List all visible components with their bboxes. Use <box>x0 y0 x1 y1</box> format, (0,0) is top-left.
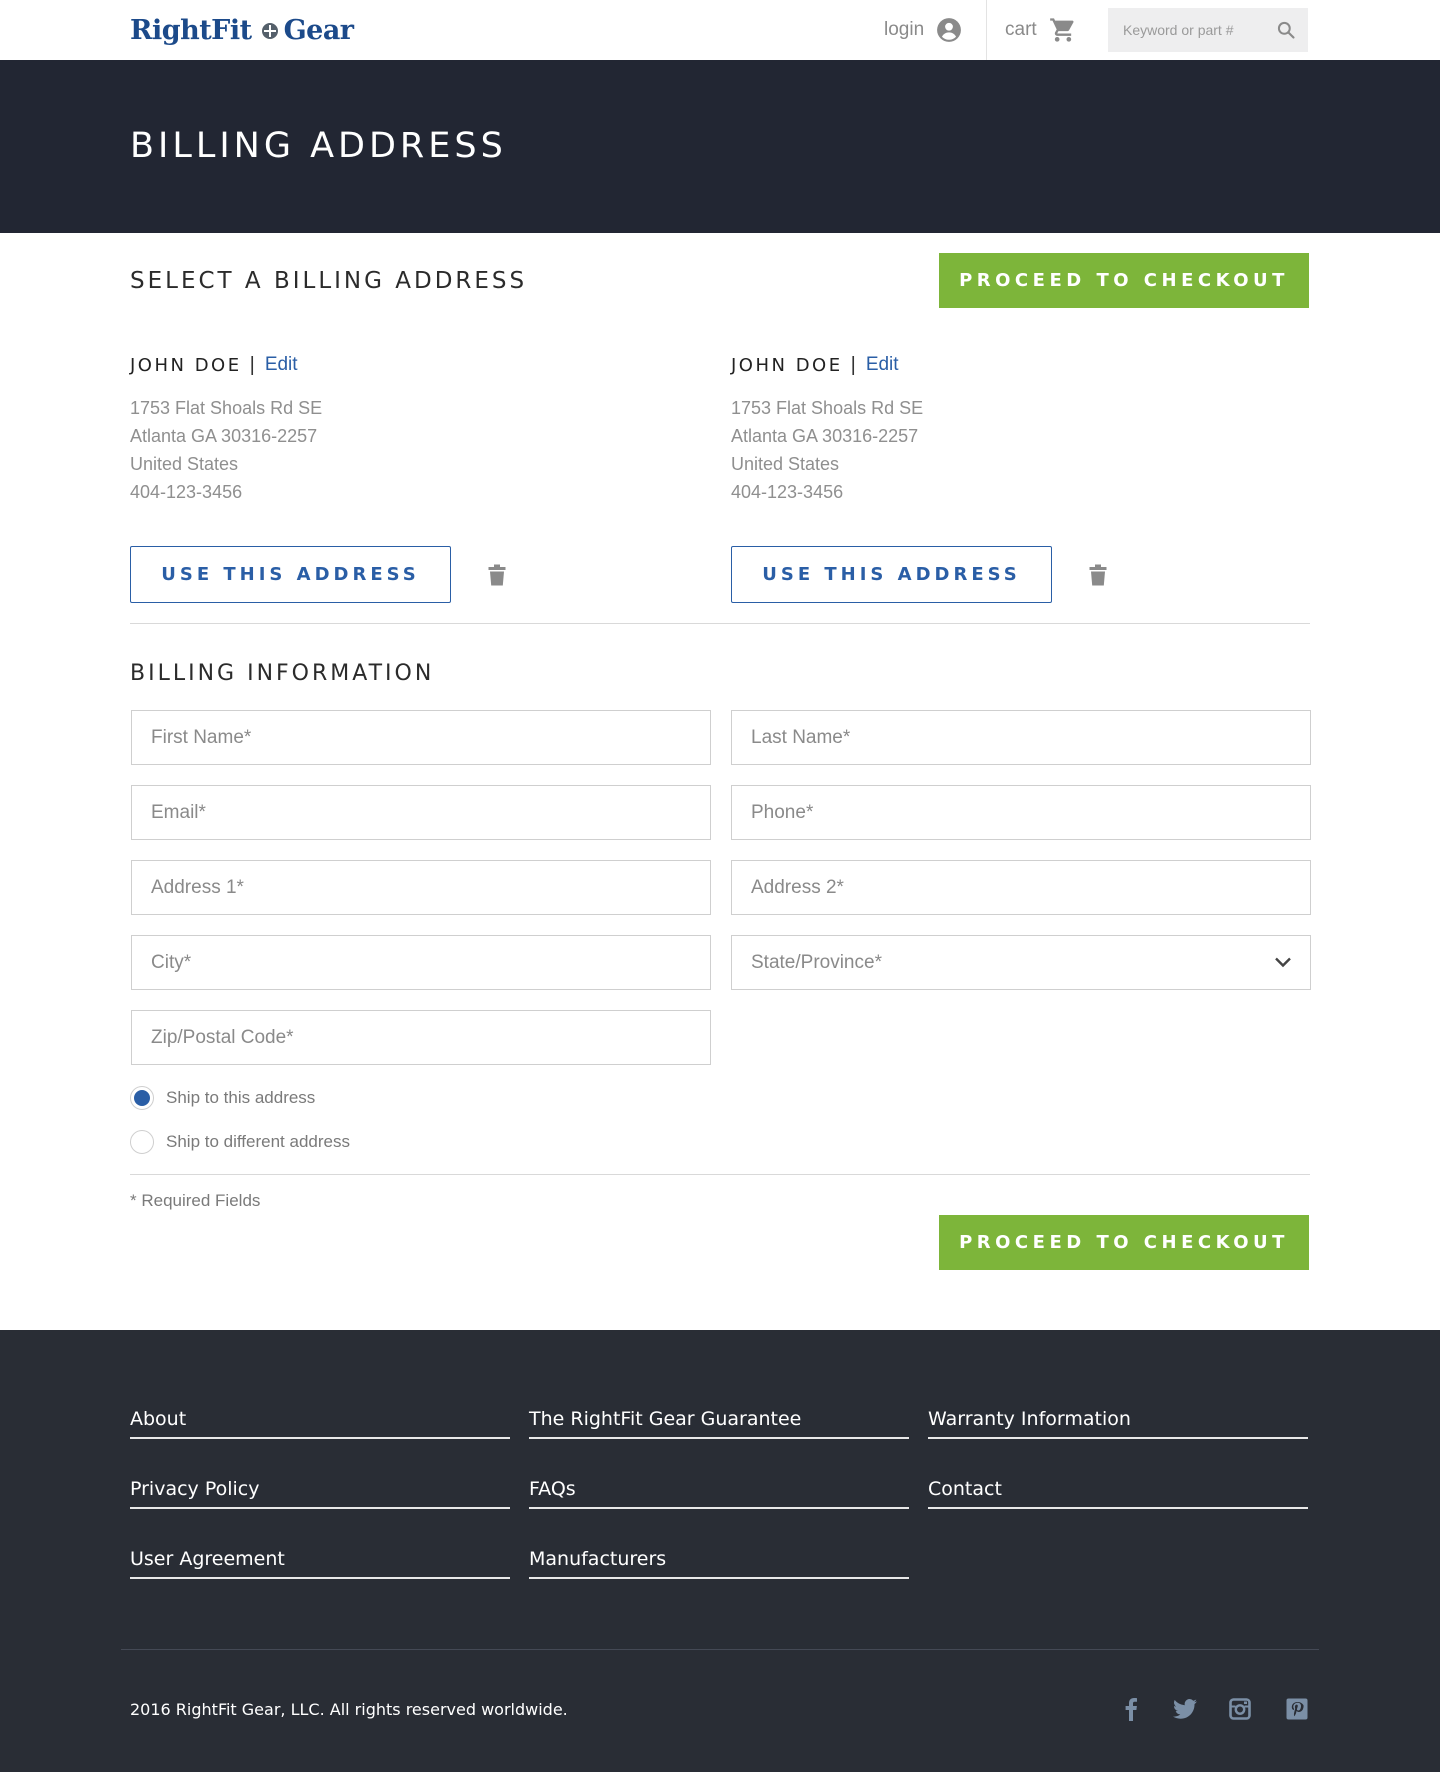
state-select-label: State/Province* <box>751 951 882 973</box>
state-select[interactable]: State/Province* <box>731 935 1311 990</box>
chevron-down-icon <box>1275 957 1291 968</box>
address-street: 1753 Flat Shoals Rd SE <box>731 398 924 418</box>
address2-field <box>731 860 1311 915</box>
proceed-to-checkout-button-top[interactable]: PROCEED TO CHECKOUT <box>939 253 1309 308</box>
address-lines: 1753 Flat Shoals Rd SE Atlanta GA 30316-… <box>731 394 923 506</box>
logo-text-right: Gear <box>283 14 354 46</box>
search-icon[interactable] <box>1276 20 1296 40</box>
select-address-title: SELECT A BILLING ADDRESS <box>130 268 528 294</box>
section-divider <box>130 623 1310 624</box>
footer-link-manufacturers[interactable]: Manufacturers <box>529 1539 909 1579</box>
login-link[interactable]: login <box>884 14 962 46</box>
address1-field <box>131 860 711 915</box>
footer-link-faqs[interactable]: FAQs <box>529 1469 909 1509</box>
required-fields-note: * Required Fields <box>130 1191 261 1210</box>
address-country: United States <box>130 454 239 474</box>
edit-address-link[interactable]: Edit <box>265 354 298 376</box>
ship-to-this-address-option[interactable]: Ship to this address <box>130 1085 315 1111</box>
use-this-address-button[interactable]: USE THIS ADDRESS <box>130 546 451 603</box>
first-name-field <box>131 710 711 765</box>
footer-link-warranty[interactable]: Warranty Information <box>928 1399 1308 1439</box>
address-phone: 404-123-3456 <box>731 482 844 502</box>
copyright-text: 2016 RightFit Gear, LLC. All rights rese… <box>130 1700 568 1719</box>
facebook-icon[interactable] <box>1119 1696 1143 1722</box>
email-input[interactable] <box>132 786 710 839</box>
address-name-row: JOHN DOE | Edit <box>130 352 298 378</box>
footer-divider <box>121 1649 1319 1650</box>
search-box <box>1108 8 1308 52</box>
page-hero: BILLING ADDRESS <box>0 60 1440 233</box>
footer-link-guarantee[interactable]: The RightFit Gear Guarantee <box>529 1399 909 1439</box>
address1-input[interactable] <box>132 861 710 914</box>
address-city-state-zip: Atlanta GA 30316-2257 <box>731 426 919 446</box>
last-name-input[interactable] <box>732 711 1310 764</box>
search-input[interactable] <box>1108 8 1268 52</box>
cart-link[interactable]: cart <box>1005 14 1077 46</box>
first-name-input[interactable] <box>132 711 710 764</box>
address-country: United States <box>731 454 840 474</box>
cart-label: cart <box>1005 19 1037 40</box>
address-name: JOHN DOE <box>130 354 242 376</box>
footer-link-about[interactable]: About <box>130 1399 510 1439</box>
footer-link-privacy[interactable]: Privacy Policy <box>130 1469 510 1509</box>
city-field <box>131 935 711 990</box>
twitter-icon[interactable] <box>1172 1696 1198 1722</box>
address-phone: 404-123-3456 <box>130 482 243 502</box>
site-header: RightFit Gear login cart <box>0 0 1440 60</box>
address-card: JOHN DOE | Edit 1753 Flat Shoals Rd SE A… <box>130 352 690 603</box>
ship-same-label: Ship to this address <box>166 1088 316 1107</box>
form-divider <box>130 1174 1310 1175</box>
use-this-address-button[interactable]: USE THIS ADDRESS <box>731 546 1052 603</box>
footer-link-user-agreement[interactable]: User Agreement <box>130 1539 510 1579</box>
header-divider <box>986 0 987 60</box>
zip-input[interactable] <box>132 1011 710 1064</box>
instagram-icon[interactable] <box>1228 1696 1252 1722</box>
ship-different-label: Ship to different address <box>166 1132 350 1151</box>
email-field <box>131 785 711 840</box>
zip-field <box>131 1010 711 1065</box>
logo-mark-icon <box>261 23 278 39</box>
address-lines: 1753 Flat Shoals Rd SE Atlanta GA 30316-… <box>130 394 322 506</box>
trash-icon[interactable] <box>488 564 506 586</box>
address-street: 1753 Flat Shoals Rd SE <box>130 398 323 418</box>
ship-to-different-address-option[interactable]: Ship to different address <box>130 1129 350 1155</box>
edit-address-link[interactable]: Edit <box>866 354 899 376</box>
site-logo[interactable]: RightFit Gear <box>130 14 354 46</box>
footer-link-contact[interactable]: Contact <box>928 1469 1308 1509</box>
cart-icon <box>1049 18 1074 42</box>
address-name: JOHN DOE <box>731 354 843 376</box>
radio-unselected[interactable] <box>130 1130 154 1154</box>
address-city-state-zip: Atlanta GA 30316-2257 <box>130 426 318 446</box>
address-card: JOHN DOE | Edit 1753 Flat Shoals Rd SE A… <box>731 352 1291 603</box>
login-label: login <box>884 19 925 40</box>
trash-icon[interactable] <box>1089 564 1107 586</box>
phone-field <box>731 785 1311 840</box>
last-name-field <box>731 710 1311 765</box>
billing-information-title: BILLING INFORMATION <box>130 661 435 686</box>
address-separator: | <box>249 353 255 376</box>
city-input[interactable] <box>132 936 710 989</box>
radio-selected[interactable] <box>130 1086 154 1110</box>
address-name-row: JOHN DOE | Edit <box>731 352 899 378</box>
phone-input[interactable] <box>732 786 1310 839</box>
address2-input[interactable] <box>732 861 1310 914</box>
pinterest-icon[interactable] <box>1285 1696 1309 1722</box>
site-footer: About The RightFit Gear Guarantee Warran… <box>0 1330 1440 1772</box>
address-separator: | <box>850 353 856 376</box>
logo-text-left: RightFit <box>130 14 252 46</box>
page-title: BILLING ADDRESS <box>130 126 507 166</box>
proceed-to-checkout-button-bottom[interactable]: PROCEED TO CHECKOUT <box>939 1215 1309 1270</box>
user-icon <box>937 18 962 42</box>
